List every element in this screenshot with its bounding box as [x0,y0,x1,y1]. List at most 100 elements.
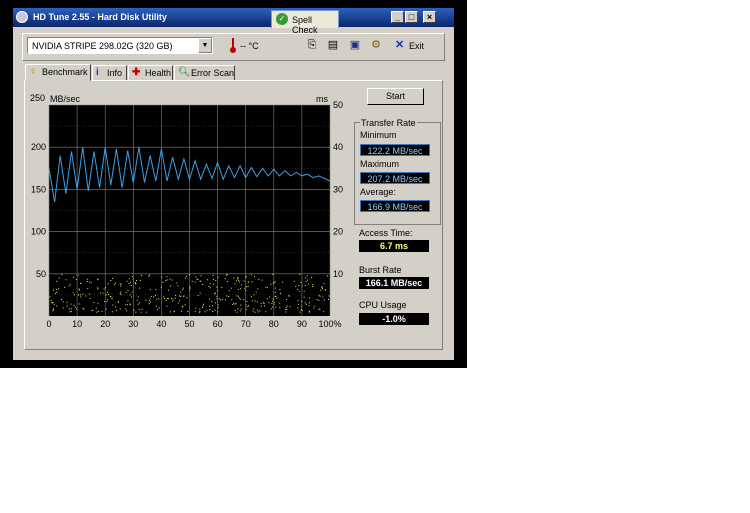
access-time-point [106,291,108,293]
access-time-point [76,308,78,310]
access-time-point [70,310,72,312]
access-time-point [148,303,150,305]
tab-info[interactable]: i Info [92,65,127,81]
access-time-point [239,288,241,290]
exit-button[interactable]: ✕ Exit [393,38,427,53]
access-time-point [279,292,281,294]
access-time-point [58,277,60,279]
maximum-value: 207.2 MB/sec [360,172,430,184]
access-time-point [286,305,288,307]
access-time-point [272,298,274,300]
access-time-point [297,303,299,305]
access-time-point [318,299,320,301]
options-icon[interactable]: ⚙ [368,38,384,53]
access-time-point [73,294,75,296]
access-time-point [53,303,55,305]
y-tick-label-right: 30 [333,184,343,194]
start-button[interactable]: Start [367,88,424,105]
access-time-point [311,276,313,278]
access-time-point [297,300,299,302]
access-time-point [62,301,64,303]
access-time-point [245,275,247,277]
access-time-point [79,289,81,291]
access-time-point [304,302,306,304]
access-time-point [237,308,239,310]
tab-benchmark[interactable]: ♀ Benchmark [25,64,91,81]
access-time-point [224,278,226,280]
access-time-label: Access Time: [359,228,413,238]
access-time-point [238,279,240,281]
access-time-point [126,310,128,312]
access-time-point [237,278,239,280]
drive-toolbar: NVIDIA STRIPE 298.02G (320 GB) ▼ -- °C ⎘… [22,33,445,61]
access-time-point [139,287,141,289]
access-time-point [299,311,301,313]
x-tick-label: 50 [184,319,194,329]
access-time-point [90,282,92,284]
restore-button[interactable]: □ [405,11,418,23]
close-button[interactable]: × [423,11,436,23]
access-time-point [166,298,168,300]
tab-health[interactable]: ✚ Health [128,65,173,81]
access-time-point [87,288,89,290]
copy-text-icon[interactable]: ▤ [325,38,341,53]
copy-icon[interactable]: ⎘ [304,38,320,53]
access-time-point [137,303,139,305]
access-time-point [66,301,68,303]
access-time-point [177,285,179,287]
access-time-point [203,303,205,305]
access-time-point [272,282,274,284]
access-time-point [165,280,167,282]
access-time-point [179,295,181,297]
access-time-point [125,308,127,310]
access-time-point [75,278,77,280]
access-time-point [323,299,325,301]
access-time-point [298,285,300,287]
access-time-point [50,300,52,302]
access-time-point [140,311,142,313]
access-time-point [328,298,330,300]
access-time-point [52,309,54,311]
access-time-point [58,288,60,290]
tab-error-scan[interactable]: 🔍︎ Error Scan [174,65,235,81]
save-icon[interactable]: ▣ [347,38,363,53]
access-time-point [168,289,170,291]
maximum-label: Maximum [360,159,400,169]
access-time-point [272,306,274,308]
access-time-point [62,307,64,309]
access-time-point [266,287,268,289]
minimize-button[interactable]: _ [391,11,404,23]
drive-select[interactable]: NVIDIA STRIPE 298.02G (320 GB) ▼ [27,37,213,54]
access-time-point [243,280,245,282]
access-time-point [235,280,237,282]
access-time-point [112,277,114,279]
access-time-point [275,287,277,289]
chevron-down-icon[interactable]: ▼ [198,38,212,53]
access-time-point [318,308,320,310]
access-time-point [116,309,118,311]
minimum-label: Minimum [360,130,397,140]
access-time-point [226,281,228,283]
access-time-point [66,305,68,307]
access-time-point [171,279,173,281]
access-time-point [252,310,254,312]
access-time-point [273,303,275,305]
access-time-point [177,302,179,304]
access-time-point [186,297,188,299]
access-time-point [286,298,288,300]
benchmark-chart: 2502001501005050403020100 10 20 30 40 50 60 70 8… [30,93,343,329]
access-time-point [266,298,268,300]
title-bar[interactable]: HD Tune 2.55 - Hard Disk Utility ✓ Spell… [13,8,454,35]
access-time-point [97,287,99,289]
burst-rate-label: Burst Rate [359,265,402,275]
access-time-point [235,303,237,305]
access-time-point [101,310,103,312]
access-time-point [312,286,314,288]
info-icon: i [96,67,99,78]
access-time-point [186,275,188,277]
spell-check-button[interactable]: ✓ Spell Check [271,10,339,35]
access-time-point [305,280,307,282]
access-time-point [212,274,214,276]
access-time-point [195,307,197,309]
access-time-point [316,299,318,301]
